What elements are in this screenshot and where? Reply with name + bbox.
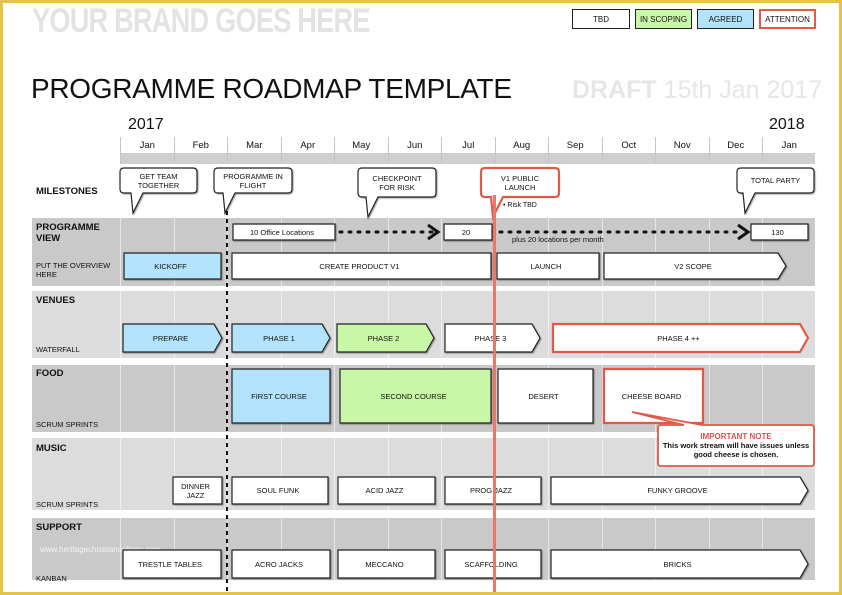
item-trestle-tables[interactable]: TRESTLE TABLES: [122, 549, 222, 579]
box-label: KICKOFF: [154, 261, 187, 271]
item-create-product-v1[interactable]: CREATE PRODUCT V1: [231, 252, 492, 280]
box-label: PHASE 1: [263, 333, 295, 343]
programme-count-130[interactable]: 130: [750, 223, 809, 241]
milestone-v1-public-launch[interactable]: V1 PUBLIC LAUNCH: [479, 166, 561, 221]
box-label: PHASE 4 ++: [657, 333, 700, 343]
box-label: FUNKY GROOVE: [647, 486, 708, 495]
launch-red-line: [493, 195, 496, 595]
programme-count-20[interactable]: 20: [443, 223, 493, 241]
item-funky-groove[interactable]: FUNKY GROOVE: [550, 476, 809, 505]
box-label: ACRO JACKS: [255, 559, 303, 569]
item-v2-scope[interactable]: V2 SCOPE: [603, 252, 787, 280]
box-label: CHEESE BOARD: [621, 391, 682, 401]
box-label: DINNER JAZZ: [181, 481, 210, 500]
item-prepare[interactable]: PREPARE: [122, 323, 223, 353]
item-bricks[interactable]: BRICKS: [550, 549, 809, 579]
box-label: PROGRAMME IN FLIGHT: [223, 171, 283, 190]
milestone-programme-in-flight[interactable]: PROGRAMME IN FLIGHT: [213, 167, 293, 216]
item-phase-4[interactable]: PHASE 4 ++: [551, 322, 810, 354]
box-label: SOUL FUNK: [256, 486, 300, 495]
item-soul-funk[interactable]: SOUL FUNK: [231, 476, 329, 505]
box-label: 130: [771, 227, 784, 237]
box-label: TRESTLE TABLES: [138, 559, 202, 569]
item-meccano[interactable]: MECCANO: [337, 549, 436, 579]
item-phase-2[interactable]: PHASE 2: [336, 323, 435, 353]
programme-count-10[interactable]: 10 Office Locations: [232, 223, 336, 241]
box-label: PREPARE: [152, 333, 189, 343]
milestone-total-party[interactable]: TOTAL PARTY: [736, 167, 815, 216]
item-dinner-jazz[interactable]: DINNER JAZZ: [172, 476, 223, 505]
item-desert[interactable]: DESERT: [497, 368, 594, 424]
box-label: V2 SCOPE: [674, 261, 712, 271]
box-label: 10 Office Locations: [249, 227, 315, 237]
milestone-get-team-together[interactable]: GET TEAM TOGETHER: [119, 167, 198, 216]
box-label: V1 PUBLIC LAUNCH: [500, 173, 540, 192]
item-second-course[interactable]: SECOND COURSE: [339, 368, 492, 424]
box-label: LAUNCH: [530, 261, 562, 271]
box-label: CHECKPOINT FOR RISK: [372, 173, 422, 192]
milestone-risk-note: • Risk TBD: [503, 202, 537, 209]
item-launch[interactable]: LAUNCH: [496, 252, 600, 280]
box-label: BRICKS: [663, 559, 692, 569]
item-cheese-board[interactable]: CHEESE BOARD: [602, 367, 705, 425]
box-label: FIRST COURSE: [251, 391, 307, 401]
important-note-body: This work stream will have issues unless…: [662, 440, 810, 460]
important-note-callout: IMPORTANT NOTE This work stream will have…: [631, 411, 815, 467]
important-note-title: IMPORTANT NOTE: [700, 431, 772, 441]
item-first-course[interactable]: FIRST COURSE: [231, 368, 331, 424]
item-acro-jacks[interactable]: ACRO JACKS: [231, 549, 331, 579]
box-label: MECCANO: [365, 559, 404, 569]
box-label: SECOND COURSE: [380, 391, 447, 401]
item-phase-1[interactable]: PHASE 1: [231, 323, 331, 353]
milestone-checkpoint-for-risk[interactable]: CHECKPOINT FOR RISK: [357, 167, 437, 220]
box-label: ACID JAZZ: [365, 486, 404, 495]
item-acid-jazz[interactable]: ACID JAZZ: [337, 476, 436, 505]
box-label: PHASE 2: [367, 333, 400, 343]
programme-note: plus 20 locations per month: [512, 235, 604, 244]
box-label: CREATE PRODUCT V1: [319, 261, 400, 271]
box-label: 20: [461, 227, 471, 237]
box-label: GET TEAM TOGETHER: [137, 171, 180, 190]
box-label: DESERT: [528, 391, 559, 401]
box-label: TOTAL PARTY: [750, 176, 801, 185]
item-kickoff[interactable]: KICKOFF: [123, 252, 222, 280]
